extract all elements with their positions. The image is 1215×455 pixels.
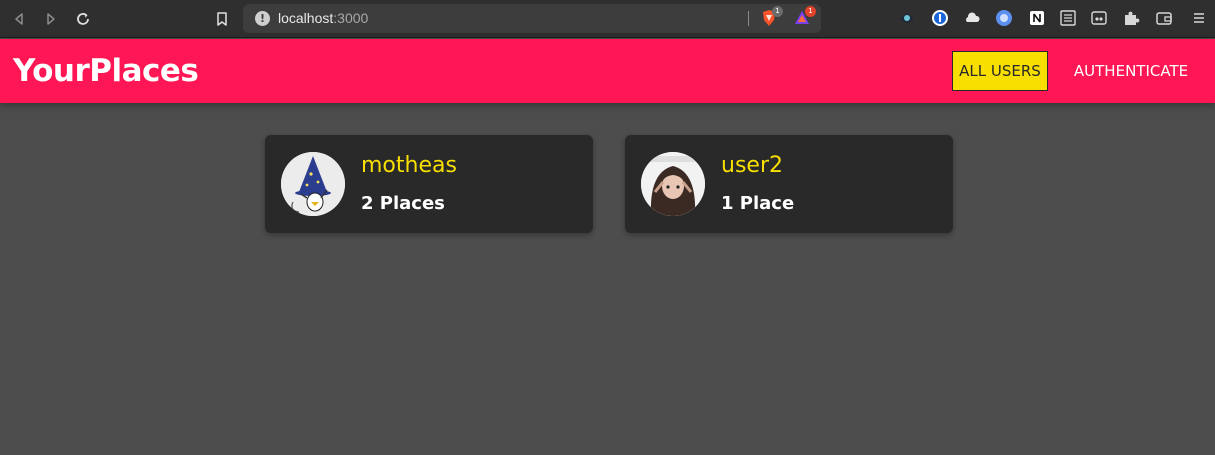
site-info-icon[interactable]: ! bbox=[255, 11, 270, 26]
extension-circle-icon[interactable] bbox=[995, 9, 1013, 27]
reload-icon[interactable] bbox=[72, 8, 94, 30]
extension-grammar-icon[interactable] bbox=[898, 9, 916, 27]
notion-icon[interactable] bbox=[1028, 9, 1046, 27]
url-text[interactable]: localhost:3000 bbox=[278, 10, 368, 26]
reader-list-icon[interactable] bbox=[1059, 9, 1077, 27]
browser-toolbar: ! localhost:3000 1 1 bbox=[0, 0, 1215, 38]
password-manager-icon[interactable] bbox=[931, 9, 949, 27]
user-name[interactable]: motheas bbox=[361, 153, 457, 178]
brave-shields-icon[interactable]: 1 bbox=[760, 6, 783, 27]
anime-girl-avatar bbox=[641, 152, 705, 216]
user-name[interactable]: user2 bbox=[721, 153, 783, 178]
url-separator bbox=[748, 11, 749, 26]
main-header: YourPlaces ALL USERS AUTHENTICATE bbox=[0, 39, 1215, 103]
cloud-icon[interactable] bbox=[963, 9, 981, 27]
wizard-avatar bbox=[281, 152, 345, 216]
back-icon[interactable] bbox=[8, 8, 30, 30]
place-count: 2 Places bbox=[361, 193, 445, 214]
address-bar[interactable]: ! localhost:3000 1 1 bbox=[243, 4, 821, 33]
extension-eyes-icon[interactable] bbox=[1090, 9, 1108, 27]
nav-authenticate[interactable]: AUTHENTICATE bbox=[1062, 51, 1200, 91]
app-title[interactable]: YourPlaces bbox=[13, 53, 199, 89]
menu-icon[interactable] bbox=[1190, 9, 1208, 27]
bookmark-icon[interactable] bbox=[211, 8, 233, 30]
nav-all-users[interactable]: ALL USERS bbox=[952, 51, 1048, 91]
user-card[interactable]: user2 1 Place bbox=[625, 135, 953, 233]
place-count: 1 Place bbox=[721, 193, 795, 214]
wallet-icon[interactable] bbox=[1155, 9, 1173, 27]
extensions-puzzle-icon[interactable] bbox=[1122, 9, 1140, 27]
forward-icon[interactable] bbox=[40, 8, 62, 30]
brave-rewards-icon[interactable]: 1 bbox=[793, 6, 816, 27]
user-card[interactable]: motheas 2 Places bbox=[265, 135, 593, 233]
